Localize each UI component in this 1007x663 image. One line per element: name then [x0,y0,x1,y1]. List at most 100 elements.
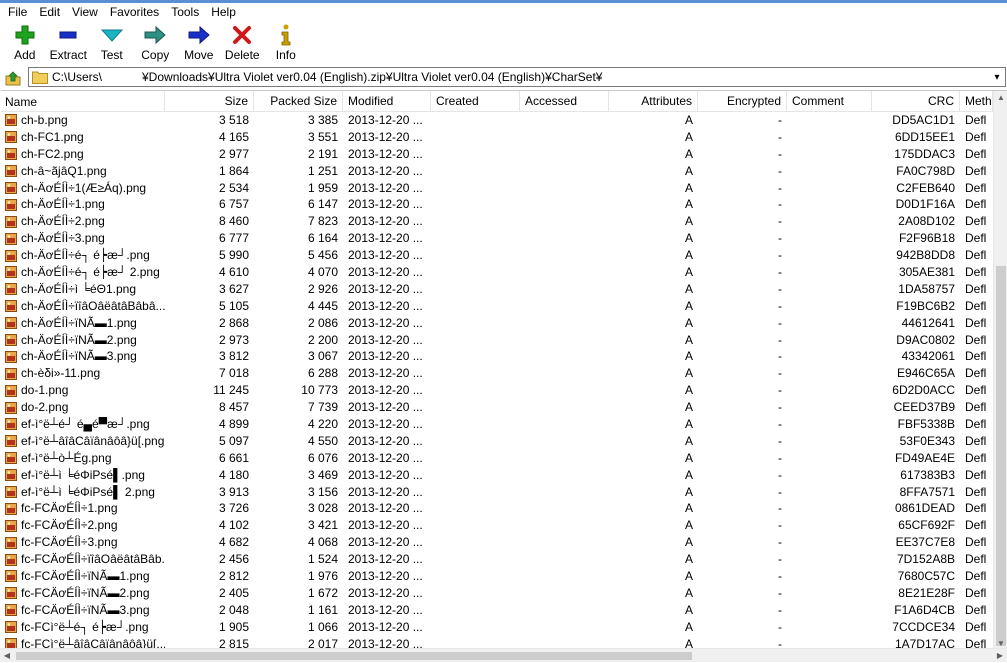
menu-help[interactable]: Help [205,3,242,21]
file-encrypted: - [778,180,782,195]
menu-tools[interactable]: Tools [165,3,205,21]
file-packed-size: 1 161 [307,602,338,617]
copy-button[interactable]: Copy [134,21,178,64]
column-header-attributes[interactable]: Attributes [609,91,698,112]
file-name: do-1.png [21,383,69,398]
table-row[interactable]: fc-FCÄơÉÍÌ÷2.png 4 102 3 421 2013-12-20 ...… [1,517,993,534]
column-header-accessed[interactable]: Accessed [520,91,609,112]
file-accessed [520,500,609,517]
add-button[interactable]: Add [3,21,47,64]
table-row[interactable]: fc-FCÄơÉÍÌ÷ïNÃ▬3.png 2 048 1 161 2013-12-20… [1,602,993,619]
table-row[interactable]: fc-FCÄơÉÍÌ÷3.png 4 682 4 068 2013-12-20 ...… [1,534,993,551]
file-crc: 65CF692F [898,518,955,533]
file-name: ch-ÄơÉÍÌ÷é┐ é┝æ┘ 2.png [21,265,160,280]
file-method: Defl [965,535,987,550]
table-row[interactable]: ch-ÄơÉÍÌ÷1(Æ≥Áq).png 2 534 1 959 2013-12-20… [1,180,993,197]
file-rows: ch-b.png 3 518 3 385 2013-12-20 ... A - DD5AC1… [1,112,993,650]
table-row[interactable]: ch-ÄơÉÍÌ÷ïNÃ▬3.png 3 812 3 067 2013-12-20 .… [1,348,993,365]
file-attributes: A [684,281,693,296]
table-row[interactable]: ef-ì°ë┴âîâCâïânâôâ}ü[.png 5 097 4 550 2013-… [1,433,993,450]
file-size: 7 018 [218,366,249,381]
column-header-packed-size[interactable]: Packed Size [254,91,343,112]
column-header-size[interactable]: Size [165,91,254,112]
file-accessed [520,230,609,247]
column-header-crc[interactable]: CRC [872,91,960,112]
extract-button[interactable]: Extract [47,21,91,64]
table-row[interactable]: ch-ÄơÉÍÌ÷3.png 6 777 6 164 2013-12-20 ... A -… [1,230,993,247]
column-header-comment[interactable]: Comment [787,91,872,112]
column-header-encrypted[interactable]: Encrypted [698,91,787,112]
scroll-left-icon[interactable]: ◀ [0,649,14,663]
table-row[interactable]: ch-ÄơÉÍÌ÷ïNÃ▬1.png 2 868 2 086 2013-12-20 .… [1,315,993,332]
table-row[interactable]: ch-ÄơÉÍÌ÷ïîâOâëâtâBâbâ... 5 105 4 445 2013-… [1,298,993,315]
menu-file[interactable]: File [2,3,33,21]
table-row[interactable]: do-2.png 8 457 7 739 2013-12-20 ... A - CEED37… [1,399,993,416]
path-combobox[interactable]: C:\Users\ ¥Downloads¥Ultra Violet ver0.0… [28,67,1006,87]
column-header-method[interactable]: Meth [960,91,993,112]
column-header-name[interactable]: Name [1,91,165,112]
file-size: 3 913 [218,484,249,499]
column-header-modified[interactable]: Modified [343,91,431,112]
table-row[interactable]: ef-ì°ë┴ì ╘éΦiPsé▌ 2.png 3 913 3 156 2013-12… [1,484,993,501]
file-size: 2 534 [218,180,249,195]
file-comment [787,213,872,230]
table-row[interactable]: ch-FC2.png 2 977 2 191 2013-12-20 ... A - 175D… [1,146,993,163]
table-row[interactable]: ef-ì°ë┴é┘ é▄é▀æ┘.png 4 899 4 220 2013-12-20… [1,416,993,433]
png-file-icon [5,604,17,617]
horizontal-scrollbar[interactable]: ◀ ▶ [0,648,1007,662]
up-folder-button[interactable] [2,67,24,89]
table-row[interactable]: fc-FCÄơÉÍÌ÷1.png 3 726 3 028 2013-12-20 ...… [1,500,993,517]
file-encrypted: - [778,332,782,347]
menu-view[interactable]: View [66,3,104,21]
file-packed-size: 6 147 [307,197,338,212]
horizontal-scroll-thumb[interactable] [16,652,692,660]
png-file-icon [5,334,17,347]
scroll-up-icon[interactable]: ▲ [994,91,1007,105]
file-attributes: A [684,585,693,600]
table-row[interactable]: fc-FCÄơÉÍÌ÷ïîâOâëâtâBâb... 2 456 1 524 2013… [1,551,993,568]
file-accessed [520,129,609,146]
menu-edit[interactable]: Edit [33,3,66,21]
table-row[interactable]: ef-ì°ë┴ì ╘éΦiPsé▌.png 4 180 3 469 2013-12-2… [1,467,993,484]
vertical-scrollbar[interactable]: ▲ ▼ [993,91,1007,650]
menu-favorites[interactable]: Favorites [104,3,165,21]
table-row[interactable]: ch-ÄơÉÍÌ÷ïNÃ▬2.png 2 973 2 200 2013-12-20 .… [1,332,993,349]
table-row[interactable]: ch-ÄơÉÍÌ÷é┐ é┝æ┘.png 5 990 5 456 2013-12-20… [1,247,993,264]
table-row[interactable]: fc-FCì°ë┴é┐ é┝æ┘.png 1 905 1 066 2013-12-20… [1,619,993,636]
file-comment [787,568,872,585]
file-packed-size: 3 067 [307,349,338,364]
table-row[interactable]: ch-ÄơÉÍÌ÷1.png 6 757 6 147 2013-12-20 ... A -… [1,196,993,213]
file-modified: 2013-12-20 ... [348,383,423,398]
table-row[interactable]: ch-FC1.png 4 165 3 551 2013-12-20 ... A - 6DD1… [1,129,993,146]
table-row[interactable]: ch-èδi»-11.png 7 018 6 288 2013-12-20 ... A -… [1,365,993,382]
file-encrypted: - [778,197,782,212]
file-method: Defl [965,315,987,330]
table-row[interactable]: ch-ÄơÉÍÌ÷ì ╘éΘ1.png 3 627 2 926 2013-12-20 … [1,281,993,298]
table-row[interactable]: ef-ì°ë┴ò┴Ég.png 6 661 6 076 2013-12-20 ... A… [1,450,993,467]
file-name-cell: do-2.png [1,399,165,416]
file-crc: 1DA58757 [898,281,955,296]
chevron-down-icon[interactable]: ▾ [989,72,1005,83]
file-name: ef-ì°ë┴ò┴Ég.png [21,450,112,465]
table-row[interactable]: ch-â~ãjâQ1.png 1 864 1 251 2013-12-20 ... A -… [1,163,993,180]
file-crc: 0861DEAD [894,501,955,516]
test-button[interactable]: Test [90,21,134,64]
table-row[interactable]: fc-FCÄơÉÍÌ÷ïNÃ▬1.png 2 812 1 976 2013-12-20… [1,568,993,585]
add-label: Add [14,48,36,62]
file-crc: 6D2D0ACC [892,383,955,398]
table-row[interactable]: ch-ÄơÉÍÌ÷2.png 8 460 7 823 2013-12-20 ... A -… [1,213,993,230]
table-row[interactable]: do-1.png 11 245 10 773 2013-12-20 ... A - 6D2D… [1,382,993,399]
column-header-created[interactable]: Created [431,91,520,112]
file-packed-size: 10 773 [301,383,338,398]
file-encrypted: - [778,265,782,280]
vertical-scroll-thumb[interactable] [996,266,1006,646]
delete-button[interactable]: Delete [221,21,265,64]
table-row[interactable]: ch-ÄơÉÍÌ÷é┐ é┝æ┘ 2.png 4 610 4 070 2013-12-… [1,264,993,281]
move-button[interactable]: Move [177,21,221,64]
file-size: 6 757 [218,197,249,212]
file-name: fc-FCì°ë┴é┐ é┝æ┘.png [21,619,149,634]
table-row[interactable]: fc-FCÄơÉÍÌ÷ïNÃ▬2.png 2 405 1 672 2013-12-20… [1,585,993,602]
scroll-right-icon[interactable]: ▶ [993,649,1007,663]
table-row[interactable]: ch-b.png 3 518 3 385 2013-12-20 ... A - DD5AC1… [1,112,993,129]
info-button[interactable]: Info [264,21,308,64]
